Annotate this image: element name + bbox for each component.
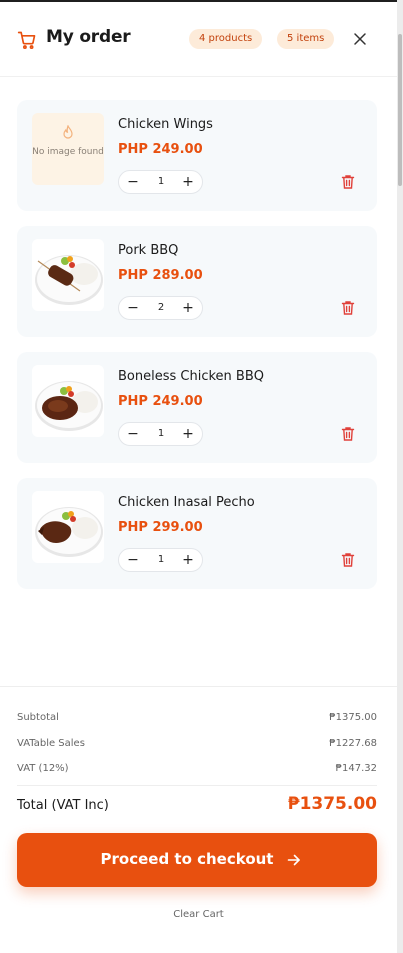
cart-item: Pork BBQ PHP 289.00 − 2 + (17, 226, 377, 337)
trash-icon[interactable] (341, 300, 355, 316)
flame-icon (63, 125, 73, 139)
quantity-stepper: − 1 + (118, 548, 203, 572)
page-title: My order (46, 27, 131, 47)
total-row: Total (VAT Inc) ₱1375.00 (17, 794, 377, 817)
arrow-right-icon (287, 854, 300, 866)
item-name: Chicken Inasal Pecho (118, 495, 255, 510)
vatable-sales-value: ₱1227.68 (329, 738, 377, 749)
trash-icon[interactable] (341, 426, 355, 442)
item-price: PHP 249.00 (118, 394, 203, 409)
item-price: PHP 249.00 (118, 142, 203, 157)
quantity-value: 1 (157, 428, 165, 439)
order-summary: Subtotal ₱1375.00 VATable Sales ₱1227.68… (0, 686, 397, 953)
pork-bbq-image (32, 239, 104, 311)
quantity-value: 1 (157, 176, 165, 187)
boneless-chicken-bbq-image (32, 365, 104, 437)
subtotal-value: ₱1375.00 (329, 712, 377, 723)
item-price: PHP 289.00 (118, 268, 203, 283)
quantity-value: 1 (157, 554, 165, 565)
order-drawer: My order 4 products 5 items No image fou… (0, 2, 397, 953)
order-header: My order 4 products 5 items (0, 2, 397, 77)
increase-quantity-button[interactable]: + (175, 297, 201, 319)
quantity-value: 2 (157, 302, 165, 313)
item-price: PHP 299.00 (118, 520, 203, 535)
decrease-quantity-button[interactable]: − (120, 549, 146, 571)
vatable-sales-label: VATable Sales (17, 738, 85, 749)
quantity-stepper: − 2 + (118, 296, 203, 320)
item-name: Pork BBQ (118, 243, 179, 258)
scrollbar-thumb[interactable] (398, 34, 402, 186)
no-image-placeholder: No image found (32, 113, 104, 185)
decrease-quantity-button[interactable]: − (120, 423, 146, 445)
checkout-label: Proceed to checkout (100, 850, 274, 868)
cart-item: No image found Chicken Wings PHP 249.00 … (17, 100, 377, 211)
item-name: Boneless Chicken BBQ (118, 369, 264, 384)
scrollbar[interactable] (397, 0, 403, 953)
close-icon[interactable] (353, 32, 367, 46)
decrease-quantity-button[interactable]: − (120, 297, 146, 319)
trash-icon[interactable] (341, 174, 355, 190)
decrease-quantity-button[interactable]: − (120, 171, 146, 193)
increase-quantity-button[interactable]: + (175, 171, 201, 193)
trash-icon[interactable] (341, 552, 355, 568)
items-count-badge: 5 items (277, 29, 335, 49)
clear-cart-button[interactable]: Clear Cart (0, 909, 397, 920)
quantity-stepper: − 1 + (118, 422, 203, 446)
total-value: ₱1375.00 (287, 794, 377, 814)
products-count-badge: 4 products (189, 29, 263, 49)
vat-label: VAT (12%) (17, 763, 69, 774)
chicken-inasal-image (32, 491, 104, 563)
cart-icon (17, 31, 36, 50)
proceed-to-checkout-button[interactable]: Proceed to checkout (17, 833, 377, 887)
item-name: Chicken Wings (118, 117, 213, 132)
subtotal-label: Subtotal (17, 712, 59, 723)
increase-quantity-button[interactable]: + (175, 549, 201, 571)
total-label: Total (VAT Inc) (17, 798, 109, 813)
vat-value: ₱147.32 (335, 763, 377, 774)
cart-item: Boneless Chicken BBQ PHP 249.00 − 1 + (17, 352, 377, 463)
summary-divider (17, 785, 377, 786)
quantity-stepper: − 1 + (118, 170, 203, 194)
increase-quantity-button[interactable]: + (175, 423, 201, 445)
cart-item: Chicken Inasal Pecho PHP 299.00 − 1 + (17, 478, 377, 589)
no-image-text: No image found (32, 147, 104, 157)
